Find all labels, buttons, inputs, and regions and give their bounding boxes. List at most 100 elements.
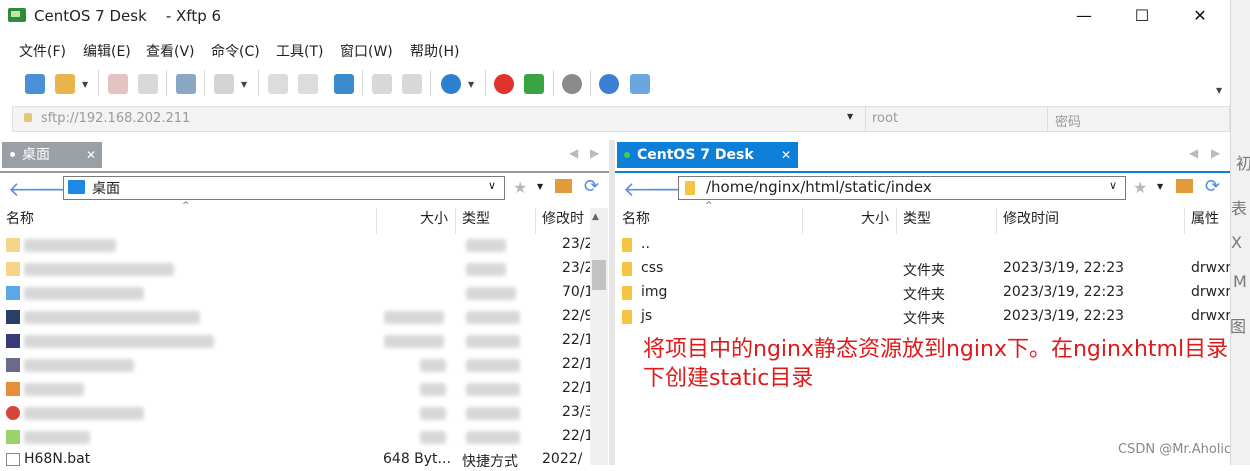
close-button[interactable]: ✕	[1170, 0, 1230, 32]
open-folder-icon[interactable]	[55, 74, 75, 94]
folder-name[interactable]: img	[641, 284, 667, 300]
file-type-blurred	[466, 383, 520, 396]
right-col-name[interactable]: 名称	[622, 208, 650, 232]
file-icon	[6, 238, 20, 252]
chevron-down-icon[interactable]: ▼	[1157, 182, 1163, 191]
connected-dot-icon	[624, 152, 630, 158]
connect-icon[interactable]	[108, 74, 128, 94]
folder-attributes: drwxr	[1191, 284, 1232, 300]
tab-scroll-right-icon[interactable]: ▶	[1211, 146, 1220, 160]
new-session-icon[interactable]	[25, 74, 45, 94]
right-col-type[interactable]: 类型	[903, 208, 931, 232]
column-divider	[896, 208, 897, 234]
folder-attributes: drwxr	[1191, 308, 1232, 324]
file-icon	[6, 406, 20, 420]
menu-edit[interactable]: 编辑(E)	[83, 41, 131, 61]
left-col-modified[interactable]: 修改时	[542, 208, 584, 232]
right-path-text: /home/nginx/html/static/index	[706, 178, 932, 196]
globe-icon[interactable]	[441, 74, 461, 94]
maximize-button[interactable]: ☐	[1112, 0, 1172, 32]
file-date: 22/1	[562, 380, 594, 396]
file-icon	[6, 334, 20, 348]
refresh-icon[interactable]: ⟳	[1205, 176, 1220, 197]
chevron-down-icon[interactable]: ∨	[1109, 179, 1117, 192]
file-type-blurred	[466, 311, 520, 324]
chevron-down-icon[interactable]: ▼	[241, 80, 247, 89]
divider	[865, 107, 866, 131]
folder-name[interactable]: css	[641, 260, 663, 276]
transfer-icon[interactable]	[334, 74, 354, 94]
file-type-blurred	[466, 359, 520, 372]
host-input[interactable]: sftp://192.168.202.211	[41, 111, 190, 126]
chevron-down-icon[interactable]: ▼	[847, 112, 853, 121]
close-tab-icon[interactable]: ✕	[781, 142, 791, 168]
left-scrollbar[interactable]	[590, 208, 608, 465]
parent-dir-item[interactable]: ..	[641, 236, 650, 252]
chat-icon[interactable]	[630, 74, 650, 94]
menu-file[interactable]: 文件(F)	[19, 41, 66, 61]
copy-icon[interactable]	[372, 74, 392, 94]
left-path-text: 桌面	[92, 181, 120, 197]
folder-name[interactable]: js	[641, 308, 652, 324]
home-icon[interactable]	[1176, 179, 1193, 193]
tab-scroll-left-icon[interactable]: ◀	[569, 146, 578, 160]
properties-icon[interactable]	[176, 74, 196, 94]
tab-centos[interactable]: CentOS 7 Desk ✕	[617, 142, 798, 168]
file-name-blurred	[24, 431, 90, 444]
disconnect-icon[interactable]	[138, 74, 158, 94]
file-type-blurred	[466, 239, 506, 252]
tab-scroll-left-icon[interactable]: ◀	[1189, 146, 1198, 160]
gear-icon[interactable]	[562, 74, 582, 94]
folder-icon	[622, 286, 632, 300]
left-col-type[interactable]: 类型	[462, 208, 490, 232]
play-icon[interactable]	[214, 74, 234, 94]
right-col-size[interactable]: 大小	[861, 208, 889, 232]
tab-dot-icon	[10, 152, 15, 157]
paste-icon[interactable]	[402, 74, 422, 94]
menu-command[interactable]: 命令(C)	[211, 41, 260, 61]
upload-icon[interactable]	[268, 74, 288, 94]
star-icon[interactable]: ★	[513, 178, 527, 197]
menu-tools[interactable]: 工具(T)	[276, 41, 323, 61]
menu-help[interactable]: 帮助(H)	[410, 41, 459, 61]
column-divider	[1184, 208, 1185, 234]
xftp-icon[interactable]	[524, 74, 544, 94]
file-name-blurred	[24, 359, 134, 372]
username-input[interactable]: root	[872, 111, 898, 126]
toolbar-divider	[166, 70, 167, 96]
file-date: 22/1	[562, 428, 594, 444]
file-icon	[6, 358, 20, 372]
toolbar-divider	[362, 70, 363, 96]
star-icon[interactable]: ★	[1133, 178, 1147, 197]
minimize-button[interactable]: —	[1054, 0, 1114, 32]
file-icon	[6, 310, 20, 324]
left-col-name[interactable]: 名称	[6, 208, 34, 232]
home-icon[interactable]	[555, 179, 572, 193]
folder-date: 2023/3/19, 22:23	[1003, 260, 1125, 276]
chevron-down-icon[interactable]: ▼	[537, 182, 543, 191]
tab-scroll-right-icon[interactable]: ▶	[590, 146, 599, 160]
left-col-size[interactable]: 大小	[420, 208, 448, 232]
right-col-modified[interactable]: 修改时间	[1003, 208, 1059, 232]
tab-desktop[interactable]: 桌面 ✕	[2, 142, 102, 168]
file-icon	[6, 430, 20, 444]
menu-view[interactable]: 查看(V)	[146, 41, 195, 61]
password-input[interactable]: 密码	[1055, 111, 1081, 130]
left-path-box[interactable]	[63, 176, 505, 200]
desktop-icon	[68, 180, 85, 194]
refresh-icon[interactable]: ⟳	[584, 176, 599, 197]
help-icon[interactable]	[599, 74, 619, 94]
scroll-up-icon[interactable]: ▲	[592, 212, 599, 222]
right-col-attributes[interactable]: 属性	[1191, 208, 1219, 232]
chevron-down-icon[interactable]: ▼	[82, 80, 88, 89]
menu-window[interactable]: 窗口(W)	[340, 41, 393, 61]
scrollbar-thumb[interactable]	[592, 260, 606, 290]
file-date: 23/3	[562, 404, 594, 420]
xshell-icon[interactable]	[494, 74, 514, 94]
toolbar-overflow-icon[interactable]: ▼	[1216, 86, 1222, 95]
column-divider	[802, 208, 803, 234]
download-icon[interactable]	[298, 74, 318, 94]
chevron-down-icon[interactable]: ∨	[488, 179, 496, 192]
close-tab-icon[interactable]: ✕	[86, 142, 96, 168]
chevron-down-icon[interactable]: ▼	[468, 80, 474, 89]
